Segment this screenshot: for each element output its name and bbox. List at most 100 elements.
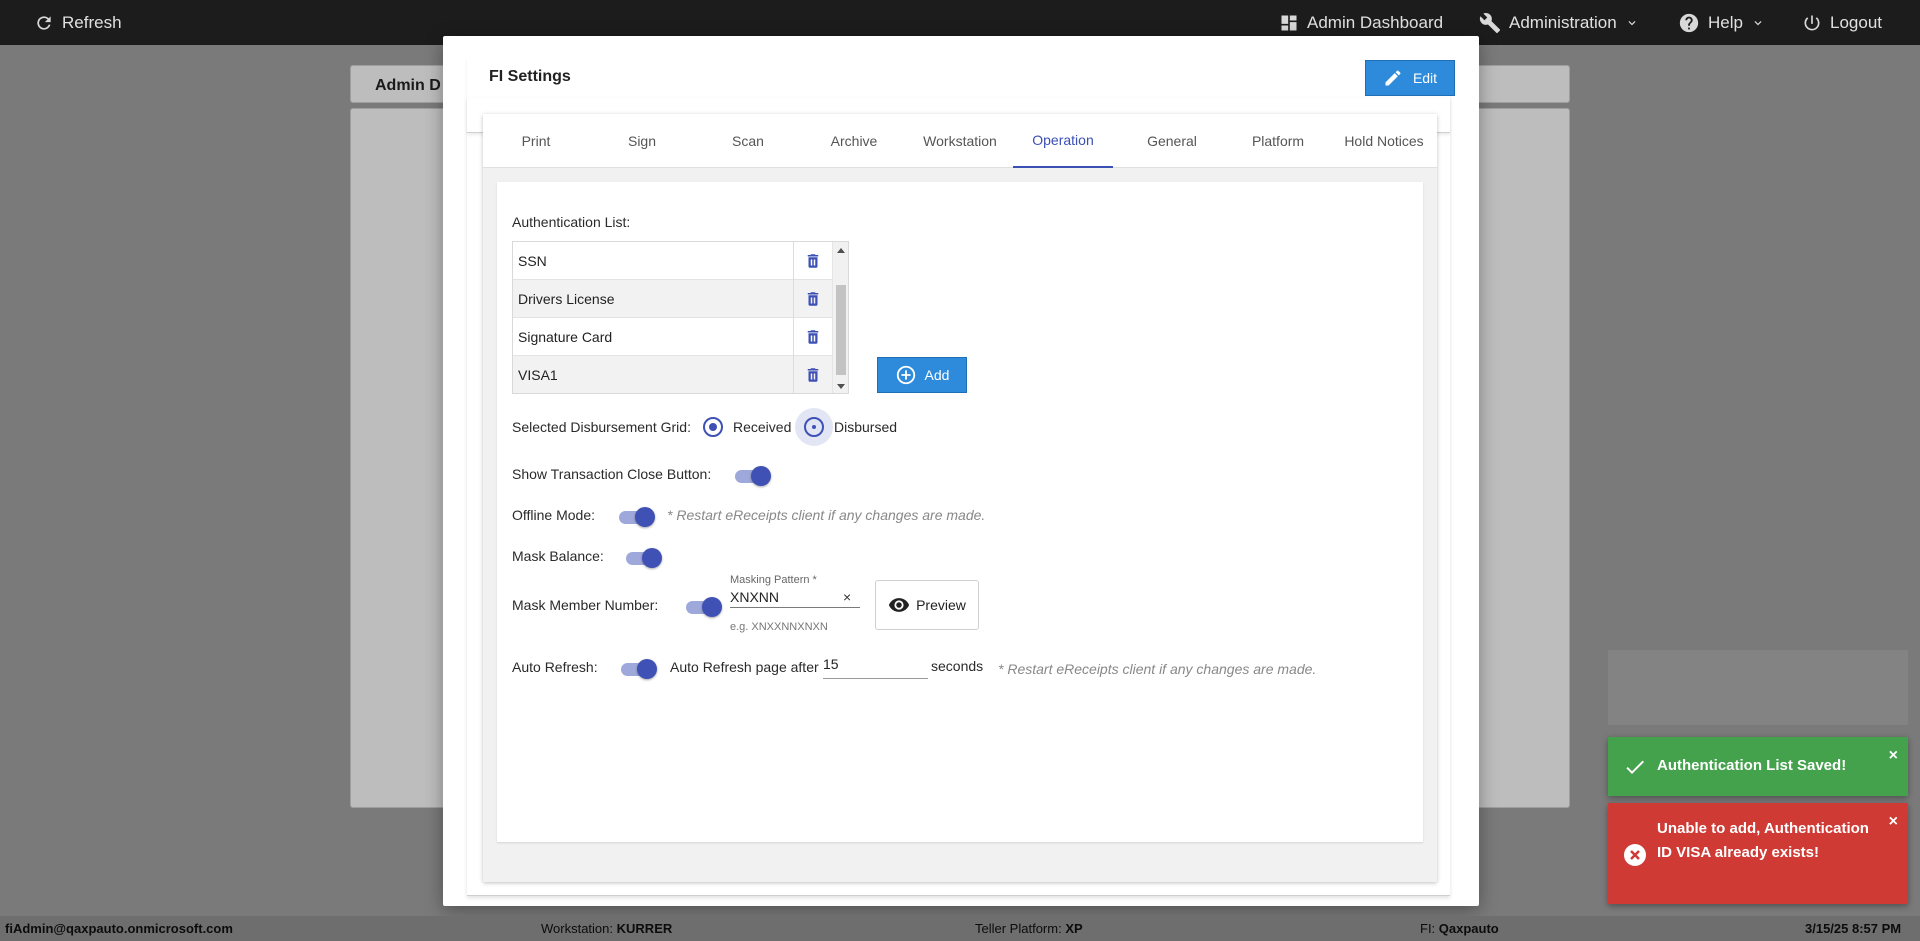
show-close-button-label: Show Transaction Close Button: <box>512 466 712 482</box>
tab-hold-notices[interactable]: Hold Notices <box>1331 114 1437 168</box>
chevron-down-icon <box>1628 20 1636 25</box>
auto-refresh-seconds-input[interactable]: 15 <box>823 653 928 679</box>
modal-title: FI Settings <box>489 68 571 85</box>
add-button[interactable]: Add <box>877 357 967 393</box>
auth-list-item[interactable]: Signature Card <box>513 318 832 356</box>
scroll-down-arrow[interactable] <box>837 384 845 389</box>
checkmark-icon <box>1626 760 1644 774</box>
mask-member-number-toggle[interactable] <box>684 595 722 619</box>
mask-balance-label: Mask Balance: <box>512 548 604 564</box>
tab-general[interactable]: General <box>1119 114 1225 168</box>
fi-settings-modal: FI Settings Edit Print Sign Scan Archive… <box>443 36 1479 906</box>
delete-button[interactable] <box>793 280 832 318</box>
auth-item-label: Signature Card <box>518 329 613 345</box>
received-radio[interactable] <box>703 417 723 437</box>
auth-list-item[interactable]: Drivers License <box>513 280 832 318</box>
offline-mode-toggle[interactable] <box>617 505 655 529</box>
auth-list-scrollbar[interactable] <box>832 242 848 393</box>
refresh-label: Refresh <box>62 12 122 32</box>
edit-label: Edit <box>1412 70 1438 86</box>
trash-icon <box>807 368 819 382</box>
error-circle-icon <box>1624 844 1646 866</box>
disbursed-label: Disbursed <box>834 419 898 435</box>
plus-circle-icon <box>896 365 915 385</box>
workstation-label: Workstation: <box>541 921 614 936</box>
delete-button[interactable] <box>793 318 832 356</box>
help-icon <box>1679 13 1699 32</box>
admin-dashboard-label: Admin Dashboard <box>1307 12 1444 32</box>
edit-button[interactable]: Edit <box>1365 60 1455 96</box>
status-user: fiAdmin@qaxpauto.onmicrosoft.com <box>5 921 233 936</box>
auto-refresh-label: Auto Refresh: <box>512 659 598 675</box>
masking-pattern-input[interactable]: XNXNN × <box>730 574 860 608</box>
received-label: Received <box>733 419 792 435</box>
pencil-icon <box>1385 70 1401 86</box>
auth-item-label: SSN <box>518 253 547 269</box>
administration-menu[interactable]: Administration <box>1479 0 1639 45</box>
status-workstation: Workstation: KURRER <box>541 921 672 936</box>
teller-platform-label: Teller Platform: <box>975 921 1062 936</box>
auth-list-item[interactable]: VISA1 <box>513 356 832 393</box>
logout-label: Logout <box>1830 12 1882 32</box>
auth-list: SSN Drivers License Signature Card VISA1 <box>512 241 849 394</box>
scroll-thumb[interactable] <box>836 285 846 375</box>
background-page-title: Admin D <box>375 77 441 94</box>
success-message: Authentication List Saved! <box>1657 757 1847 774</box>
administration-label: Administration <box>1509 12 1617 32</box>
close-icon[interactable]: × <box>1889 813 1898 831</box>
success-toast: Authentication List Saved! × <box>1608 737 1908 796</box>
status-bar: fiAdmin@qaxpauto.onmicrosoft.com Worksta… <box>0 916 1920 941</box>
disbursed-radio[interactable] <box>804 417 824 437</box>
error-toast: Unable to add, Authentication ID VISA al… <box>1608 803 1908 904</box>
tab-print[interactable]: Print <box>483 114 589 168</box>
fi-label: FI: <box>1420 921 1436 936</box>
preview-button[interactable]: Preview <box>875 580 979 630</box>
offline-restart-note: * Restart eReceipts client if any change… <box>667 507 986 523</box>
error-message: Unable to add, Authentication ID VISA al… <box>1657 820 1869 861</box>
scroll-up-arrow[interactable] <box>837 248 845 253</box>
dashboard-icon <box>1281 15 1297 30</box>
preview-label: Preview <box>916 597 966 613</box>
tab-operation[interactable]: Operation <box>1013 114 1113 168</box>
settings-tabs-card: Print Sign Scan Archive Workstation Oper… <box>483 114 1437 882</box>
delete-button[interactable] <box>793 356 832 393</box>
auth-list-item[interactable]: SSN <box>513 242 832 280</box>
wrench-icon <box>1479 12 1501 33</box>
clear-icon[interactable]: × <box>843 589 851 605</box>
refresh-button[interactable]: Refresh <box>34 0 122 45</box>
power-icon <box>1804 15 1820 30</box>
trash-icon <box>807 292 819 306</box>
eye-icon <box>889 598 910 612</box>
mask-balance-toggle[interactable] <box>624 546 662 570</box>
workstation-value: KURRER <box>616 921 673 936</box>
operation-panel: Authentication List: SSN Drivers License… <box>497 182 1423 842</box>
offline-mode-label: Offline Mode: <box>512 507 596 523</box>
tab-bar: Print Sign Scan Archive Workstation Oper… <box>483 114 1437 168</box>
logout-button[interactable]: Logout <box>1802 0 1882 45</box>
close-icon[interactable]: × <box>1889 747 1898 765</box>
status-datetime: 3/15/25 8:57 PM <box>1805 921 1902 936</box>
show-close-button-toggle[interactable] <box>733 464 771 488</box>
auto-refresh-toggle[interactable] <box>619 657 657 681</box>
auto-refresh-page-label: Auto Refresh page after <box>670 659 819 675</box>
mask-member-number-label: Mask Member Number: <box>512 597 659 613</box>
seconds-label: seconds <box>931 658 984 674</box>
status-teller-platform: Teller Platform: XP <box>975 921 1083 936</box>
tab-archive[interactable]: Archive <box>801 114 907 168</box>
refresh-icon <box>37 15 51 30</box>
auth-item-label: Drivers License <box>518 291 615 307</box>
auth-item-label: VISA1 <box>518 367 558 383</box>
tab-sign[interactable]: Sign <box>589 114 695 168</box>
tab-workstation[interactable]: Workstation <box>907 114 1013 168</box>
tab-scan[interactable]: Scan <box>695 114 801 168</box>
trash-icon <box>807 330 819 344</box>
tab-platform[interactable]: Platform <box>1225 114 1331 168</box>
auth-list-label: Authentication List: <box>512 214 631 230</box>
help-menu[interactable]: Help <box>1678 0 1765 45</box>
delete-button[interactable] <box>793 242 832 280</box>
help-label: Help <box>1708 12 1743 32</box>
fading-toast <box>1608 650 1908 725</box>
teller-platform-value: XP <box>1065 921 1083 936</box>
trash-icon <box>807 254 819 268</box>
chevron-down-icon <box>1754 20 1762 25</box>
